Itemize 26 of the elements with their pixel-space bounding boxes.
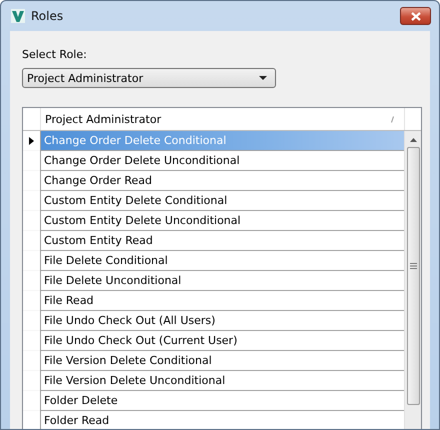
column-header[interactable]: Project Administrator xyxy=(41,108,404,130)
table-cell[interactable]: File Delete Unconditional xyxy=(40,271,404,291)
select-role-label: Select Role: xyxy=(22,48,88,62)
table-cell[interactable]: Custom Entity Read xyxy=(40,231,404,251)
caret-icon xyxy=(259,76,267,80)
role-dropdown[interactable]: Project Administrator xyxy=(22,68,276,88)
app-logo-icon xyxy=(11,9,25,23)
table-cell[interactable]: Change Order Read xyxy=(40,171,404,191)
table-cell[interactable]: File Undo Check Out (Current User) xyxy=(40,331,404,351)
table-cell[interactable]: File Read xyxy=(40,291,404,311)
scrollbar-thumb[interactable] xyxy=(406,147,420,405)
table-cell[interactable]: File Undo Check Out (All Users) xyxy=(40,311,404,331)
close-button[interactable] xyxy=(400,7,431,25)
table-cell[interactable]: File Delete Conditional xyxy=(40,251,404,271)
sort-icon xyxy=(391,116,394,122)
scrollbar[interactable] xyxy=(404,131,421,429)
scroll-up-icon xyxy=(410,138,416,142)
close-icon xyxy=(410,12,420,20)
window-title: Roles xyxy=(31,9,64,23)
table-cell[interactable]: Custom Entity Delete Conditional xyxy=(40,191,404,211)
grip-icon xyxy=(410,263,416,269)
table-cell[interactable]: File Version Delete Unconditional xyxy=(40,371,404,391)
table-cell[interactable]: Change Order Delete Unconditional xyxy=(40,151,404,171)
table-cell[interactable]: Folder Delete xyxy=(40,391,404,411)
table-cell[interactable]: Custom Entity Delete Unconditional xyxy=(40,211,404,231)
table-cell[interactable]: File Version Delete Conditional xyxy=(40,351,404,371)
